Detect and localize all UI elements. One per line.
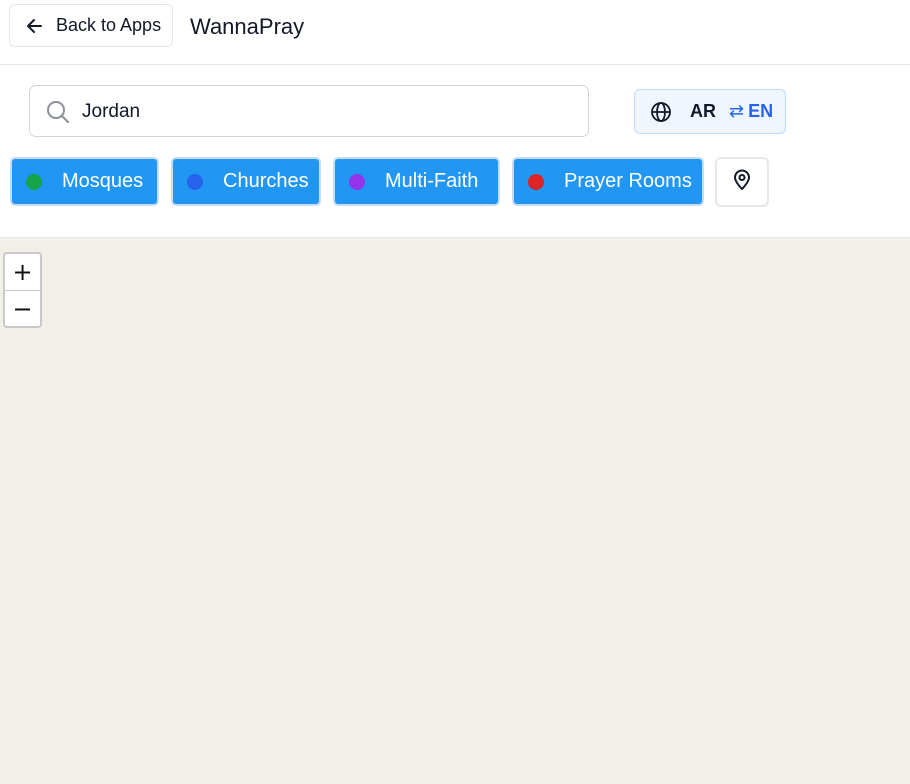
search-box [29,85,589,137]
my-location-button[interactable] [715,157,769,207]
filter-toolbar: AR ⇄ EN Mosques Churches Multi-Faith Pra… [0,65,910,238]
zoom-in-button[interactable]: + [5,254,40,291]
filter-mosques-button[interactable]: Mosques [10,157,159,206]
back-to-apps-label: Back to Apps [56,15,162,35]
filter-churches-label: Churches [223,170,309,192]
filter-prayer-rooms-button[interactable]: Prayer Rooms [512,157,704,206]
map-pin-icon [732,169,752,196]
app-title: WannaPray [190,14,305,39]
map-area[interactable]: + − [0,238,910,784]
multi-faith-dot [349,173,365,190]
language-swap-icon: ⇄ [729,101,745,121]
zoom-out-button[interactable]: − [5,291,40,326]
filter-prayer-rooms-label: Prayer Rooms [564,170,692,192]
filter-mosques-label: Mosques [62,170,144,192]
search-input[interactable] [80,96,564,128]
language-toggle-button[interactable]: AR ⇄ EN [634,89,786,134]
filter-multi-faith-button[interactable]: Multi-Faith [333,157,500,206]
mosques-dot [26,173,42,190]
filter-churches-button[interactable]: Churches [171,157,321,206]
back-to-apps-button[interactable]: Back to Apps [9,4,173,47]
churches-dot [187,173,203,190]
app-header: Back to Apps WannaPray [0,0,910,65]
language-current: AR [690,101,716,121]
search-icon [45,99,71,125]
filter-multi-faith-label: Multi-Faith [385,170,479,192]
globe-icon [650,101,672,123]
arrow-left-icon [25,16,45,36]
prayer-rooms-dot [528,173,544,190]
zoom-control: + − [3,252,42,328]
language-alternate: EN [748,101,774,121]
